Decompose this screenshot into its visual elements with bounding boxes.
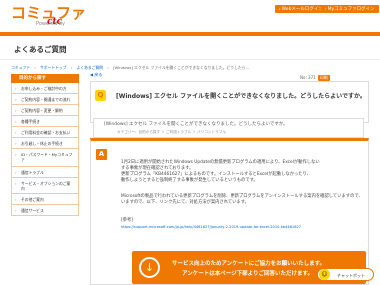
answer-reference-label: [参考]: [121, 218, 133, 223]
sidebar-item[interactable]: › ご契約内容・変更・解約: [11, 105, 79, 116]
sidebar-item[interactable]: › お引越し・休止の手続き: [11, 138, 79, 149]
question-detail-text: [Windows] エクセル ファイルを開くことができなくなりました。どうしたら…: [104, 122, 288, 127]
bullet-icon: ›: [15, 108, 17, 113]
sidebar-heading: 目的から探す: [11, 74, 79, 83]
bullet-icon: ›: [15, 170, 17, 175]
bullet-icon: ›: [15, 181, 17, 186]
answer-text: 動作しようとすると強制終了する事象が発生しているというものです。: [121, 178, 258, 183]
breadcrumb-item[interactable]: コミュファ: [11, 65, 30, 70]
breadcrumb-separator: ›: [34, 65, 36, 70]
breadcrumb-separator: ›: [107, 65, 109, 70]
bullet-icon: ›: [15, 208, 17, 213]
question-icon: Q: [95, 90, 106, 101]
page-title: よくあるご質問: [14, 45, 67, 54]
answer-text: する事象が現在確認されております。: [121, 166, 194, 171]
bullet-icon: ›: [15, 152, 17, 157]
logo-ctc: ctc: [47, 17, 63, 27]
arrow-icon: ›: [325, 6, 327, 11]
answer-box: A 1月2日に適用が開始されたWindows Updateの無償更新プログラムの…: [90, 138, 369, 285]
sidebar-item[interactable]: › 各種手続き: [11, 116, 79, 127]
sidebar-item[interactable]: › お申し込み・ご検討中の方: [11, 83, 79, 94]
sidebar: 目的から探す › お申し込み・ご検討中の方 › ご契約内容・開通までの流れ › ご契約…: [11, 74, 79, 216]
faq-main: ◀ 戻る No: 371 印刷 Q [Windows] エクセル ファイルを開くこ…: [90, 72, 369, 285]
answer-icon: A: [96, 149, 107, 160]
survey-banner-line2: アンケートは本ページ下部よりご回答いただけます。: [182, 271, 314, 277]
breadcrumb-current: [Windows] エクセル ファイルを開くことができなくなりました。どうしたら…: [113, 65, 250, 70]
bullet-icon: ›: [15, 130, 17, 135]
sidebar-item[interactable]: › 通信トラブル: [11, 167, 79, 178]
question-category: カテゴリー：目的から探す ＞ ご利用トラブル ＞ パソコントラブル: [117, 130, 226, 134]
site-header: コミュファ Powered by ctc ›Webメールログイン ›Myコミュフ…: [0, 0, 380, 32]
answer-text: 更新プログラム「KB4461627」によるものです。インストールするとExcel…: [121, 172, 312, 177]
answer-text: 1月2日に適用が開始されたWindows Updateの無償更新プログラムの適用…: [121, 160, 320, 165]
answer-reference-link[interactable]: https://support.microsoft.com/ja-jp/help…: [121, 225, 301, 230]
sidebar-item[interactable]: › 通信サービス: [11, 205, 79, 216]
question-title: [Windows] エクセル ファイルを開くことができなくなりました。どうしたら…: [116, 93, 366, 100]
bullet-icon: ›: [15, 97, 17, 102]
arrow-down-circle-icon: ↓: [139, 257, 160, 278]
chatbot-label: チャットボット: [337, 273, 365, 278]
breadcrumb-separator: ›: [70, 65, 73, 70]
chatbot-button[interactable]: ☺ チャットボット: [317, 268, 374, 281]
answer-text: いますので、以下、リンク先にて、対処方法が案内されています。: [121, 200, 249, 205]
question-detail: [Windows] エクセル ファイルを開くことができなくなりました。どうしたら…: [93, 118, 364, 138]
survey-banner-line1: サービス向上のためアンケートにご協力をお願いいたします。: [172, 261, 326, 267]
breadcrumb: コミュファ › サポートトップ › よくあるご質問 › [Windows] エク…: [11, 65, 252, 71]
breadcrumb-item[interactable]: サポートトップ: [40, 65, 67, 70]
bullet-icon: ›: [15, 141, 17, 146]
answer-text: Microsoftの製品で行われている更新プログラムを削除、更新プログラムをアン…: [121, 194, 363, 199]
breadcrumb-item[interactable]: よくあるご質問: [77, 65, 104, 70]
sidebar-item[interactable]: › ご利用料金の確認・お支払い: [11, 127, 79, 138]
sidebar-item[interactable]: › ID・パスワード・Myコミュファ: [11, 149, 79, 167]
sidebar-item[interactable]: › サービス・オプションのご案内: [11, 178, 79, 194]
sidebar-item[interactable]: › その他ご案内: [11, 194, 79, 205]
sidebar-item[interactable]: › ご契約内容・開通までの流れ: [11, 94, 79, 105]
mycommufa-login-link[interactable]: ›Myコミュファログイン: [321, 5, 379, 13]
bullet-icon: ›: [15, 119, 17, 124]
question-box: Q [Windows] エクセル ファイルを開くことができなくなりました。どうし…: [90, 81, 369, 123]
webmail-login-link[interactable]: ›Webメールログイン: [275, 5, 327, 13]
bullet-icon: ›: [15, 197, 17, 202]
bullet-icon: ›: [15, 86, 17, 91]
arrow-icon: ›: [279, 6, 281, 11]
chatbot-face-icon: ☺: [319, 269, 330, 280]
